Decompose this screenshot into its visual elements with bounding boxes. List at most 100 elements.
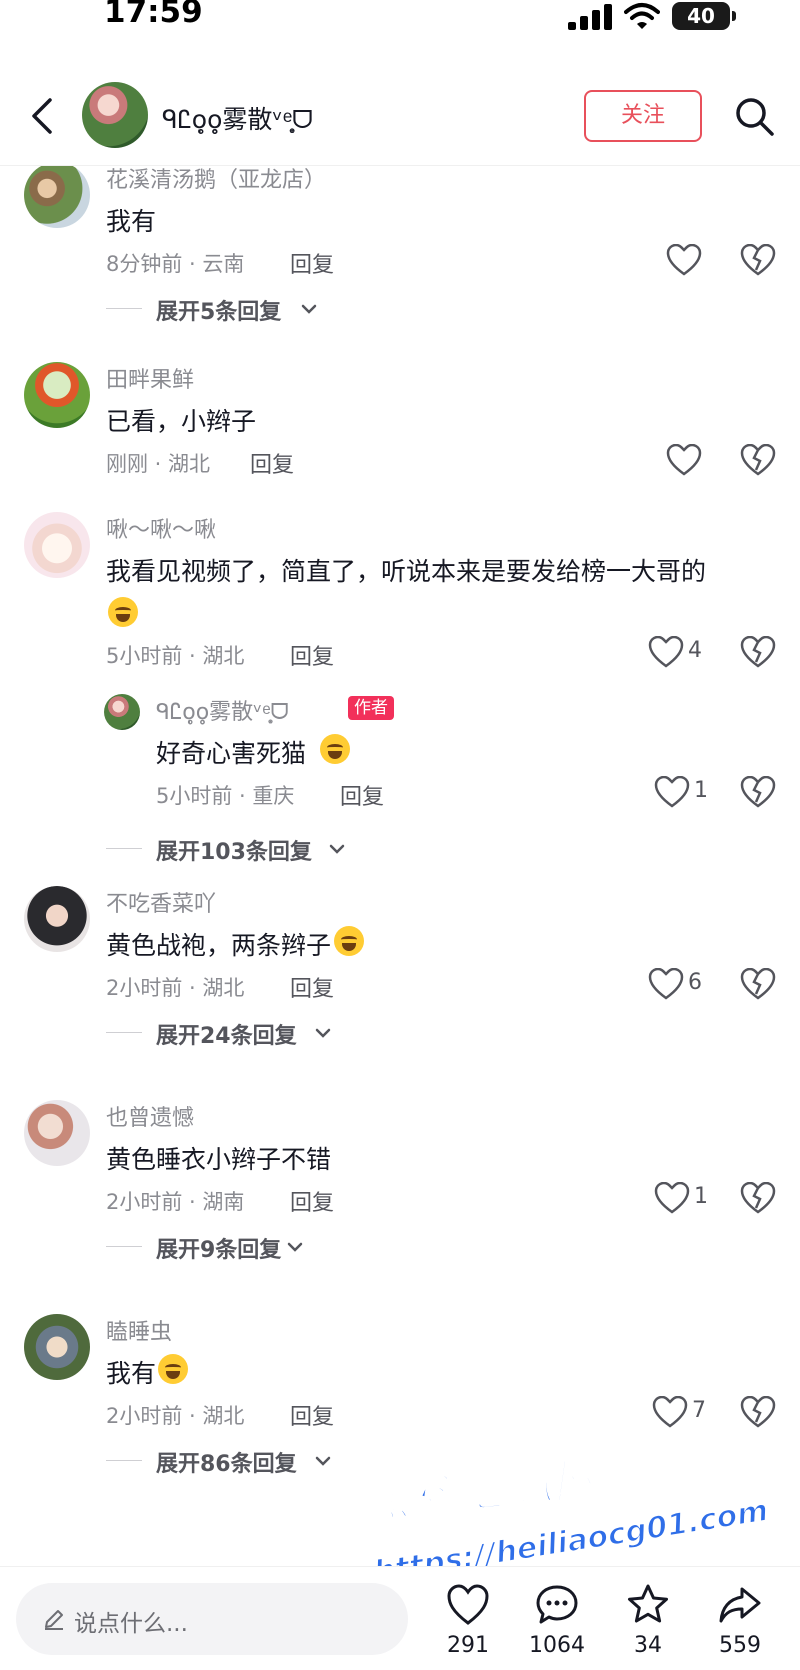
like-count: 6 [688, 970, 702, 995]
heart-icon[interactable] [666, 444, 702, 476]
comment-text: 已看，小辫子 [106, 407, 257, 436]
input-placeholder: 说点什么... [74, 1611, 188, 1637]
reply-button[interactable]: 回复 [340, 779, 384, 811]
author-avatar[interactable] [82, 82, 148, 148]
star-icon [628, 1584, 668, 1623]
like-button[interactable]: 291 [428, 1575, 508, 1667]
comment-text: 我有 [106, 1359, 157, 1388]
commenter-name[interactable]: 花溪清汤鹅（亚龙店） [106, 166, 326, 194]
status-bar: 17:59 40 [0, 0, 800, 40]
expand-replies-label: 展开9条回复 [156, 1238, 282, 1263]
commenter-name[interactable]: 啾～啾～啾 [106, 512, 216, 544]
reply-avatar[interactable] [104, 694, 140, 730]
divider [106, 848, 142, 849]
favorite-count: 34 [634, 1633, 662, 1658]
heart-icon[interactable] [648, 968, 684, 1000]
like-count: 4 [688, 638, 702, 663]
comment-meta: 8分钟前 · 云南 [106, 252, 245, 276]
author-name[interactable]: ᑫᏝọ̥ᴏ̥̥雾散ᵛᵉ̥͙ᗜ [162, 100, 313, 136]
reply-button[interactable]: 回复 [290, 1399, 334, 1431]
heart-icon[interactable] [666, 244, 702, 276]
search-icon[interactable] [732, 94, 776, 138]
divider [106, 1032, 142, 1033]
comment-meta: 2小时前 · 湖北 [106, 976, 245, 1000]
divider [106, 1460, 142, 1461]
pencil-icon [45, 1610, 63, 1630]
commenter-name[interactable]: 田畔果鲜 [106, 362, 194, 394]
heart-icon[interactable] [654, 1182, 690, 1214]
chevron-down-icon [329, 844, 345, 854]
comment-meta: 2小时前 · 湖南 [106, 1190, 245, 1214]
share-button[interactable]: 559 [700, 1575, 780, 1667]
like-count: 291 [447, 1633, 489, 1658]
dislike-heart-icon[interactable] [740, 636, 776, 668]
chevron-down-icon [315, 1028, 331, 1038]
like-count: 1 [694, 1184, 708, 1209]
divider [106, 1246, 142, 1247]
heart-icon[interactable] [654, 776, 690, 808]
reply-button[interactable]: 回复 [290, 639, 334, 671]
reply-button[interactable]: 回复 [290, 247, 334, 279]
chevron-down-icon [287, 1242, 303, 1252]
author-badge: 作者 [348, 696, 394, 720]
emoji-icon [334, 926, 364, 956]
back-icon[interactable] [26, 94, 58, 138]
reply-button[interactable]: 回复 [250, 447, 294, 479]
chevron-down-icon [315, 1456, 331, 1466]
share-arrow-icon [719, 1587, 761, 1623]
comment-bubble-icon [536, 1585, 578, 1624]
signal-icon [568, 4, 612, 30]
emoji-icon [108, 597, 138, 627]
bottom-action-bar: 说点什么... 291 1064 34 559 [0, 1566, 800, 1670]
reply-button[interactable]: 回复 [290, 1185, 334, 1217]
comment-count: 1064 [529, 1633, 585, 1658]
commenter-avatar[interactable] [24, 362, 90, 428]
commenter-avatar[interactable] [24, 1100, 90, 1166]
reply-meta: 5小时前 · 重庆 [156, 784, 295, 808]
status-time: 17:59 [104, 0, 203, 30]
favorite-button[interactable]: 34 [608, 1575, 688, 1667]
commenter-avatar[interactable] [24, 512, 90, 578]
wifi-icon [624, 3, 660, 29]
reply-author-name[interactable]: ᑫᏝọ̥ᴏ̥̥雾散ᵛᵉ̥͙ᗜ [156, 694, 289, 726]
expand-replies-label: 展开24条回复 [156, 1024, 297, 1049]
commenter-name[interactable]: 不吃香菜吖 [106, 886, 216, 918]
comment-text: 黄色睡衣小辫子不错 [106, 1145, 332, 1174]
commenter-avatar[interactable] [24, 886, 90, 952]
dislike-heart-icon[interactable] [740, 444, 776, 476]
comment-meta: 刚刚 · 湖北 [106, 452, 211, 476]
comment-input[interactable]: 说点什么... [16, 1583, 408, 1655]
dislike-heart-icon[interactable] [740, 776, 776, 808]
expand-replies-label: 展开103条回复 [156, 840, 312, 865]
expand-replies-label: 展开86条回复 [156, 1452, 297, 1477]
comment-meta: 2小时前 · 湖北 [106, 1404, 245, 1428]
expand-replies-label: 展开5条回复 [156, 300, 282, 325]
commenter-name[interactable]: 也曾遗憾 [106, 1100, 194, 1132]
divider [106, 308, 142, 309]
heart-icon [447, 1584, 489, 1625]
commenter-name[interactable]: 瞌睡虫 [106, 1314, 172, 1346]
share-count: 559 [719, 1633, 761, 1658]
follow-button[interactable]: 关注 [584, 90, 702, 142]
reply-button[interactable]: 回复 [290, 971, 334, 1003]
emoji-icon [320, 734, 350, 764]
battery-indicator: 40 [672, 2, 736, 30]
commenter-avatar[interactable] [24, 166, 90, 228]
reply-text: 好奇心害死猫 [156, 739, 307, 768]
comment-text: 我有 [106, 207, 157, 236]
dislike-heart-icon[interactable] [740, 1396, 776, 1428]
like-count: 7 [692, 1398, 706, 1423]
dislike-heart-icon[interactable] [740, 968, 776, 1000]
dislike-heart-icon[interactable] [740, 1182, 776, 1214]
heart-icon[interactable] [652, 1396, 688, 1428]
commenter-avatar[interactable] [24, 1314, 90, 1380]
chevron-down-icon [301, 304, 317, 314]
dislike-heart-icon[interactable] [740, 244, 776, 276]
comment-text-content: 我看见视频了，简直了，听说本来是要发给榜一大哥的 [106, 557, 707, 586]
header: ᑫᏝọ̥ᴏ̥̥雾散ᵛᵉ̥͙ᗜ 关注 [0, 70, 800, 166]
emoji-icon [158, 1354, 188, 1384]
comment-list[interactable]: 花溪清汤鹅（亚龙店） 我有 8分钟前 · 云南 回复 展开5条回复 田畔果鲜 已… [0, 166, 800, 1566]
comment-button[interactable]: 1064 [517, 1575, 597, 1667]
heart-icon[interactable] [648, 636, 684, 668]
like-count: 1 [694, 778, 708, 803]
